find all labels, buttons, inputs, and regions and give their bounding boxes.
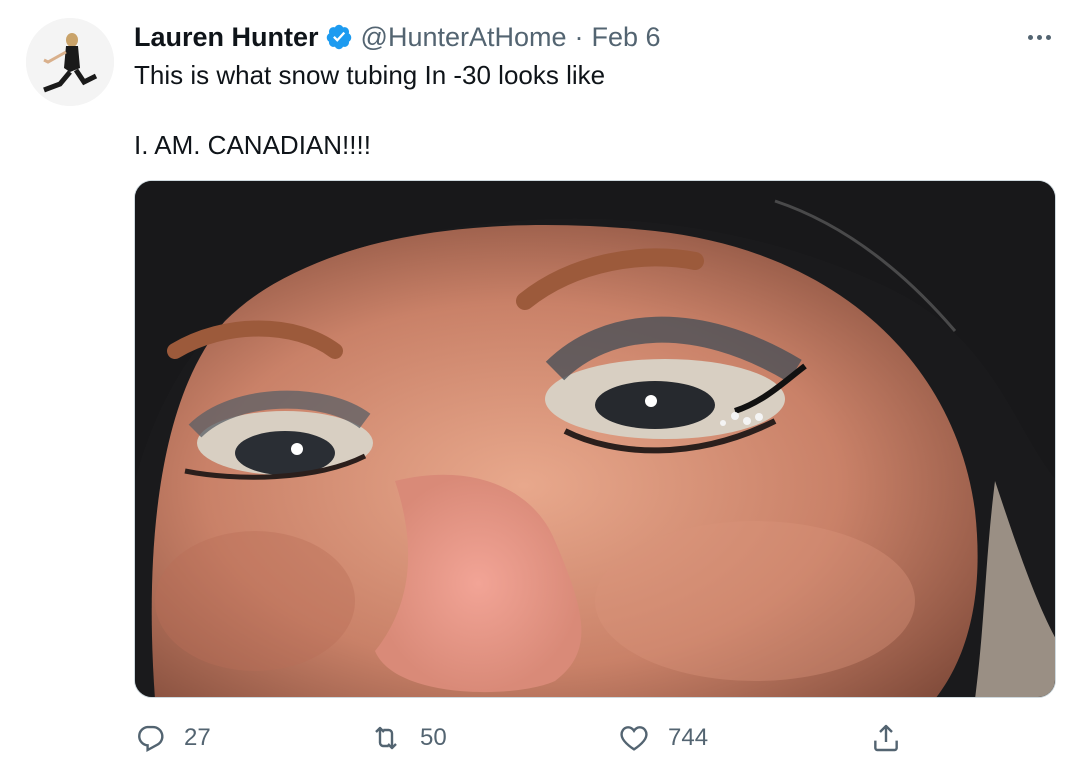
more-icon[interactable] <box>1024 22 1054 52</box>
reply-icon <box>138 725 164 753</box>
author-handle[interactable]: @HunterAtHome <box>361 22 567 53</box>
avatar-image <box>26 18 114 106</box>
tweet-actions: 27 50 744 <box>134 718 1034 758</box>
tweet-text-line1: This is what snow tubing In -30 looks li… <box>134 60 606 90</box>
like-count: 744 <box>668 724 709 751</box>
separator-dot: · <box>574 21 584 52</box>
tweet-date[interactable]: Feb 6 <box>592 22 661 53</box>
share-icon <box>874 724 898 752</box>
retweet-icon <box>375 726 397 750</box>
reply-button[interactable]: 27 <box>134 718 211 758</box>
retweet-count: 50 <box>420 724 447 751</box>
heart-icon <box>620 726 648 751</box>
share-button[interactable] <box>870 718 920 758</box>
tweet-header: Lauren Hunter @HunterAtHome · Feb 6 <box>134 20 661 54</box>
like-button[interactable]: 744 <box>618 718 708 758</box>
avatar[interactable] <box>26 18 114 106</box>
reply-count: 27 <box>184 724 211 751</box>
face-closeup-photo <box>135 181 1055 697</box>
tweet-photo[interactable] <box>134 180 1056 698</box>
retweet-button[interactable]: 50 <box>370 718 447 758</box>
tweet-text-line2: I. AM. CANADIAN!!!! <box>134 130 371 160</box>
verified-badge-icon <box>326 24 351 50</box>
author-name[interactable]: Lauren Hunter <box>134 22 319 53</box>
